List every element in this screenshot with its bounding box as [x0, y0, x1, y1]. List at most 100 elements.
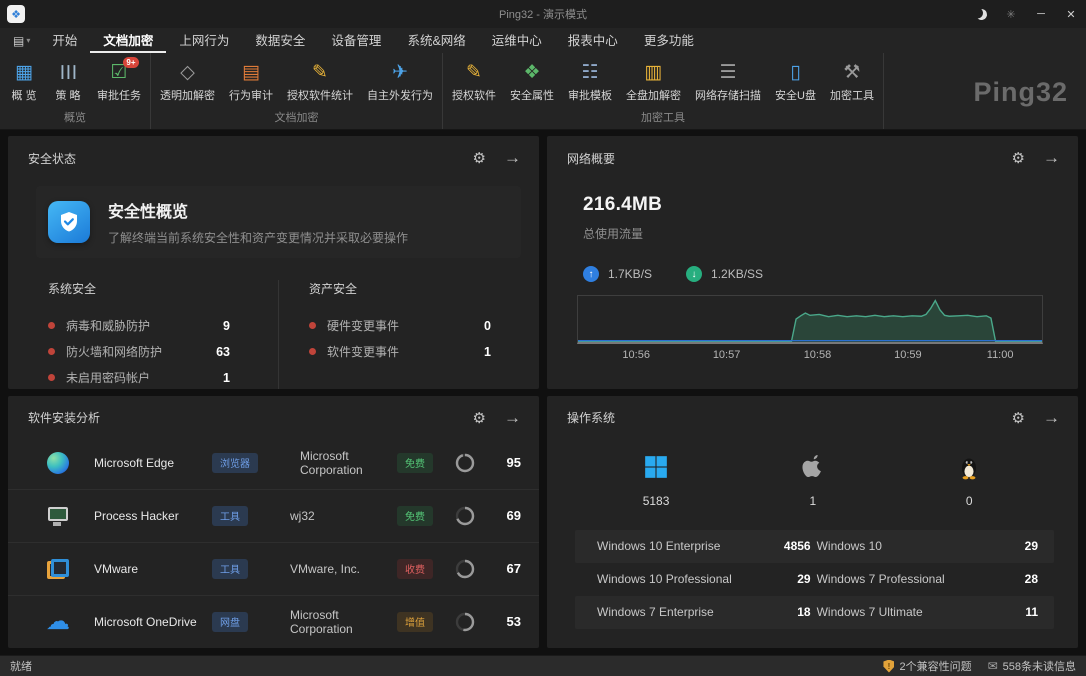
template-icon: ☷	[581, 60, 598, 84]
tab-1[interactable]: 文档加密	[90, 28, 166, 53]
unread-messages-text: 558条未读信息	[1003, 658, 1076, 674]
tab-6[interactable]: 运维中心	[479, 28, 555, 53]
dark-theme-moon-icon[interactable]	[966, 0, 996, 28]
panel-title: 软件安装分析	[28, 409, 100, 426]
ribbon-item[interactable]: ☰策 略	[46, 60, 90, 103]
traffic-rates: ↑ 1.7KB/S ↓ 1.2KB/SS	[583, 266, 1078, 282]
panel-title: 操作系统	[567, 409, 615, 426]
tab-3[interactable]: 数据安全	[242, 28, 318, 53]
os-summary: 518310	[577, 452, 1048, 508]
arrow-right-icon[interactable]: →	[504, 148, 521, 168]
arrow-right-icon[interactable]: →	[1043, 148, 1060, 168]
app-window: ❖ Ping32 - 演示模式 ✳ ─ ✕ ▤ ▾ 开始文档加密上网行为数据安全…	[0, 0, 1086, 676]
ribbon-item[interactable]: ✎授权软件统计	[280, 60, 360, 103]
ribbon-item[interactable]: ◇透明加解密	[153, 60, 222, 103]
software-row[interactable]: ☁Microsoft OneDrive网盘Microsoft Corporati…	[8, 595, 539, 648]
x-tick-label: 10:58	[804, 349, 832, 361]
x-tick-label: 10:57	[713, 349, 741, 361]
tab-7[interactable]: 报表中心	[555, 28, 631, 53]
plane-icon: ✈	[392, 60, 408, 84]
panel-header: 操作系统 ⚙ →	[547, 396, 1078, 428]
ribbon-item[interactable]: ▤行为审计	[222, 60, 280, 103]
ribbon-item-label: 安全U盘	[775, 87, 816, 103]
tab-8[interactable]: 更多功能	[631, 28, 707, 53]
edge-app-icon	[47, 452, 69, 474]
gear-icon[interactable]: ⚙	[473, 149, 486, 167]
unread-messages-status[interactable]: ✉ 558条未读信息	[988, 658, 1076, 674]
metric-label: 硬件变更事件	[327, 317, 399, 334]
statusbar: 就绪 ! 2个兼容性问题 ✉ 558条未读信息	[0, 655, 1086, 676]
software-row[interactable]: Microsoft Edge浏览器Microsoft Corporation免费…	[8, 437, 539, 489]
ribbon-item-label: 行为审计	[229, 87, 273, 103]
alert-dot-icon	[309, 322, 316, 329]
panel-header: 安全状态 ⚙ →	[8, 136, 539, 168]
arrow-right-icon[interactable]: →	[504, 408, 521, 428]
upload-arrow-icon: ↑	[583, 266, 599, 282]
compatibility-issues-status[interactable]: ! 2个兼容性问题	[883, 658, 971, 674]
apple-icon	[801, 452, 825, 482]
ribbon-group-items: ▦概 览☰策 略☑9+审批任务	[2, 53, 148, 110]
status-ready-text: 就绪	[10, 658, 32, 674]
ribbon-item[interactable]: ⚒加密工具	[823, 60, 881, 103]
ribbon-group-1: ◇透明加解密▤行为审计✎授权软件统计✈自主外发行为文档加密	[151, 53, 443, 129]
panel-software-analysis: 软件安装分析 ⚙ → Microsoft Edge浏览器Microsoft Co…	[8, 396, 539, 649]
file-menu-button[interactable]: ▤ ▾	[4, 28, 39, 53]
tab-0[interactable]: 开始	[39, 28, 90, 53]
tab-4[interactable]: 设备管理	[318, 28, 394, 53]
app-icon-cell	[46, 505, 70, 527]
ribbon-item[interactable]: ☑9+审批任务	[90, 60, 148, 103]
notification-badge: 9+	[123, 57, 138, 68]
ribbon-group-0: ▦概 览☰策 略☑9+审批任务概览	[0, 53, 151, 129]
tab-5[interactable]: 系统&网络	[394, 28, 478, 53]
software-row[interactable]: Process Hacker工具wj32免费69	[8, 489, 539, 542]
software-score: 53	[495, 614, 521, 629]
gear-icon[interactable]: ⚙	[1012, 409, 1025, 427]
os-value: 11	[980, 605, 1044, 619]
usb-icon: ▯	[790, 60, 800, 84]
ribbon-item[interactable]: ✈自主外发行为	[360, 60, 440, 103]
ribbon-item[interactable]: ▥全盘加解密	[619, 60, 688, 103]
ribbon-groups: ▦概 览☰策 略☑9+审批任务概览◇透明加解密▤行为审计✎授权软件统计✈自主外发…	[0, 53, 1086, 129]
score-ring-cell	[455, 612, 475, 632]
security-columns: 系统安全病毒和威胁防护9防火墙和网络防护63未启用密码帐户1资产安全硬件变更事件…	[48, 280, 539, 389]
ribbon-item[interactable]: ✎授权软件	[445, 60, 503, 103]
ribbon-group-label: 概览	[2, 110, 148, 129]
metric-label: 软件变更事件	[327, 343, 399, 360]
window-title: Ping32 - 演示模式	[0, 6, 1086, 22]
arrow-right-icon[interactable]: →	[1043, 408, 1060, 428]
metric-label: 未启用密码帐户	[66, 369, 150, 386]
x-tick-label: 11:00	[987, 349, 1014, 361]
chevron-down-icon: ▾	[26, 36, 30, 45]
download-rate: ↓ 1.2KB/SS	[686, 266, 763, 282]
ribbon-item[interactable]: ▦概 览	[2, 60, 46, 103]
os-name: Windows 10 Professional	[597, 572, 753, 586]
ribbon-item[interactable]: ❖安全属性	[503, 60, 561, 103]
close-button[interactable]: ✕	[1056, 0, 1086, 28]
os-table-row: Windows 10 Enterprise4856Windows 1029	[575, 530, 1054, 563]
price-badge: 免费	[397, 453, 433, 473]
gear-icon[interactable]: ⚙	[1012, 149, 1025, 167]
category-badge: 浏览器	[212, 453, 258, 473]
app-icon-cell: ☁	[46, 611, 70, 633]
category-badge: 工具	[212, 559, 248, 579]
security-overview-hero: 安全性概览 了解终端当前系统安全性和资产变更情况并采取必要操作	[36, 186, 521, 258]
price-badge: 收费	[397, 559, 433, 579]
ribbon-group-label: 文档加密	[153, 110, 440, 129]
minimize-button[interactable]: ─	[1026, 0, 1056, 28]
settings-icon[interactable]: ✳	[996, 0, 1026, 28]
compatibility-issues-text: 2个兼容性问题	[899, 658, 971, 674]
alert-dot-icon	[309, 348, 316, 355]
panel-header: 软件安装分析 ⚙ →	[8, 396, 539, 428]
metric-label: 病毒和威胁防护	[66, 317, 150, 334]
category-badge: 网盘	[212, 612, 248, 632]
software-row[interactable]: VMware工具VMware, Inc.收费67	[8, 542, 539, 595]
ribbon-item[interactable]: ▯ 安全U盘	[768, 60, 823, 103]
ribbon-item[interactable]: ☷审批模板	[561, 60, 619, 103]
ribbon-item-label: 审批任务	[97, 87, 141, 103]
shield-warning-icon: !	[883, 660, 894, 673]
gear-icon[interactable]: ⚙	[473, 409, 486, 427]
ribbon-item[interactable]: ☰网络存储扫描	[688, 60, 768, 103]
tab-2[interactable]: 上网行为	[166, 28, 242, 53]
sliders-icon: ☰	[56, 63, 80, 80]
moon-icon	[974, 7, 987, 20]
